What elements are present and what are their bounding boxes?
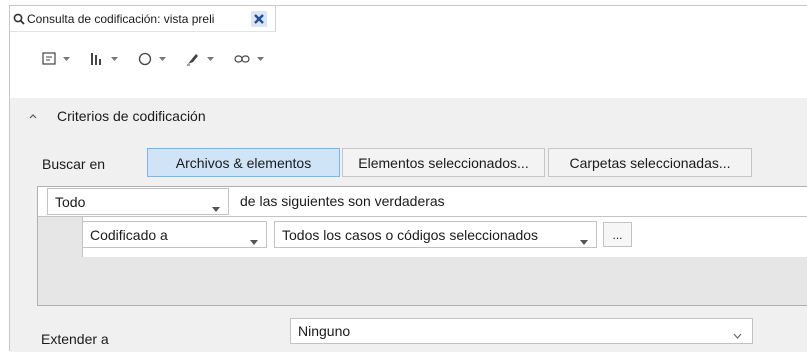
shape-button[interactable] [138, 52, 166, 66]
highlight-icon [186, 52, 200, 66]
condition-row: Todo de las siguientes son verdaderas [38, 187, 807, 217]
files-elements-button[interactable]: Archivos & elementos [147, 148, 340, 177]
extend-label: Extender a [41, 331, 109, 347]
close-icon[interactable] [251, 11, 267, 27]
chart-icon [90, 52, 104, 66]
shape-icon [138, 52, 152, 66]
tab-coding-query[interactable]: Consulta de codificación: vista preli [10, 6, 276, 32]
more-options-button[interactable]: ... [603, 222, 632, 247]
section-header[interactable]: Criterios de codificación [29, 108, 206, 124]
toolbar [10, 44, 284, 74]
quantifier-select[interactable]: Todo [47, 188, 229, 215]
field-value: Codificado a [90, 226, 168, 243]
criteria-panel: Criterios de codificación Buscar en Arch… [10, 98, 807, 352]
query-window: Consulta de codificación: vista preli Cr… [9, 5, 807, 352]
link-icon [234, 54, 250, 64]
chevron-down-icon [159, 56, 166, 62]
field-select[interactable]: Codificado a [83, 221, 267, 248]
criterion-row: Codificado a Todos los casos o códigos s… [82, 217, 807, 257]
chevron-down-icon [207, 56, 214, 62]
note-icon [42, 52, 56, 66]
link-button[interactable] [234, 54, 264, 64]
section-title: Criterios de codificación [57, 108, 206, 124]
highlight-button[interactable] [186, 52, 214, 66]
selected-folders-button[interactable]: Carpetas seleccionadas... [548, 148, 752, 177]
note-button[interactable] [42, 52, 70, 66]
tab-title: Consulta de codificación: vista preli [27, 11, 215, 26]
dropdown-arrow-icon [580, 232, 588, 248]
chevron-down-icon [733, 326, 742, 342]
chevron-down-icon [63, 56, 70, 62]
search-in-label: Buscar en [42, 156, 106, 172]
chevron-down-icon [111, 56, 118, 62]
codes-value: Todos los casos o códigos seleccionados [282, 226, 539, 243]
quantifier-value: Todo [55, 193, 86, 210]
chevron-up-icon[interactable] [29, 113, 39, 119]
dropdown-arrow-icon [250, 232, 258, 248]
chart-button[interactable] [90, 52, 118, 66]
selected-elements-button[interactable]: Elementos seleccionados... [342, 148, 545, 177]
condition-suffix: de las siguientes son verdaderas [240, 193, 445, 209]
conditions-box: Todo de las siguientes son verdaderas Co… [37, 186, 807, 306]
codes-select[interactable]: Todos los casos o códigos seleccionados [274, 221, 597, 248]
extend-select[interactable]: Ninguno [290, 318, 753, 344]
extend-value: Ninguno [298, 323, 351, 339]
dropdown-arrow-icon [212, 199, 220, 215]
magnifier-icon [13, 13, 25, 25]
chevron-down-icon [257, 56, 264, 62]
